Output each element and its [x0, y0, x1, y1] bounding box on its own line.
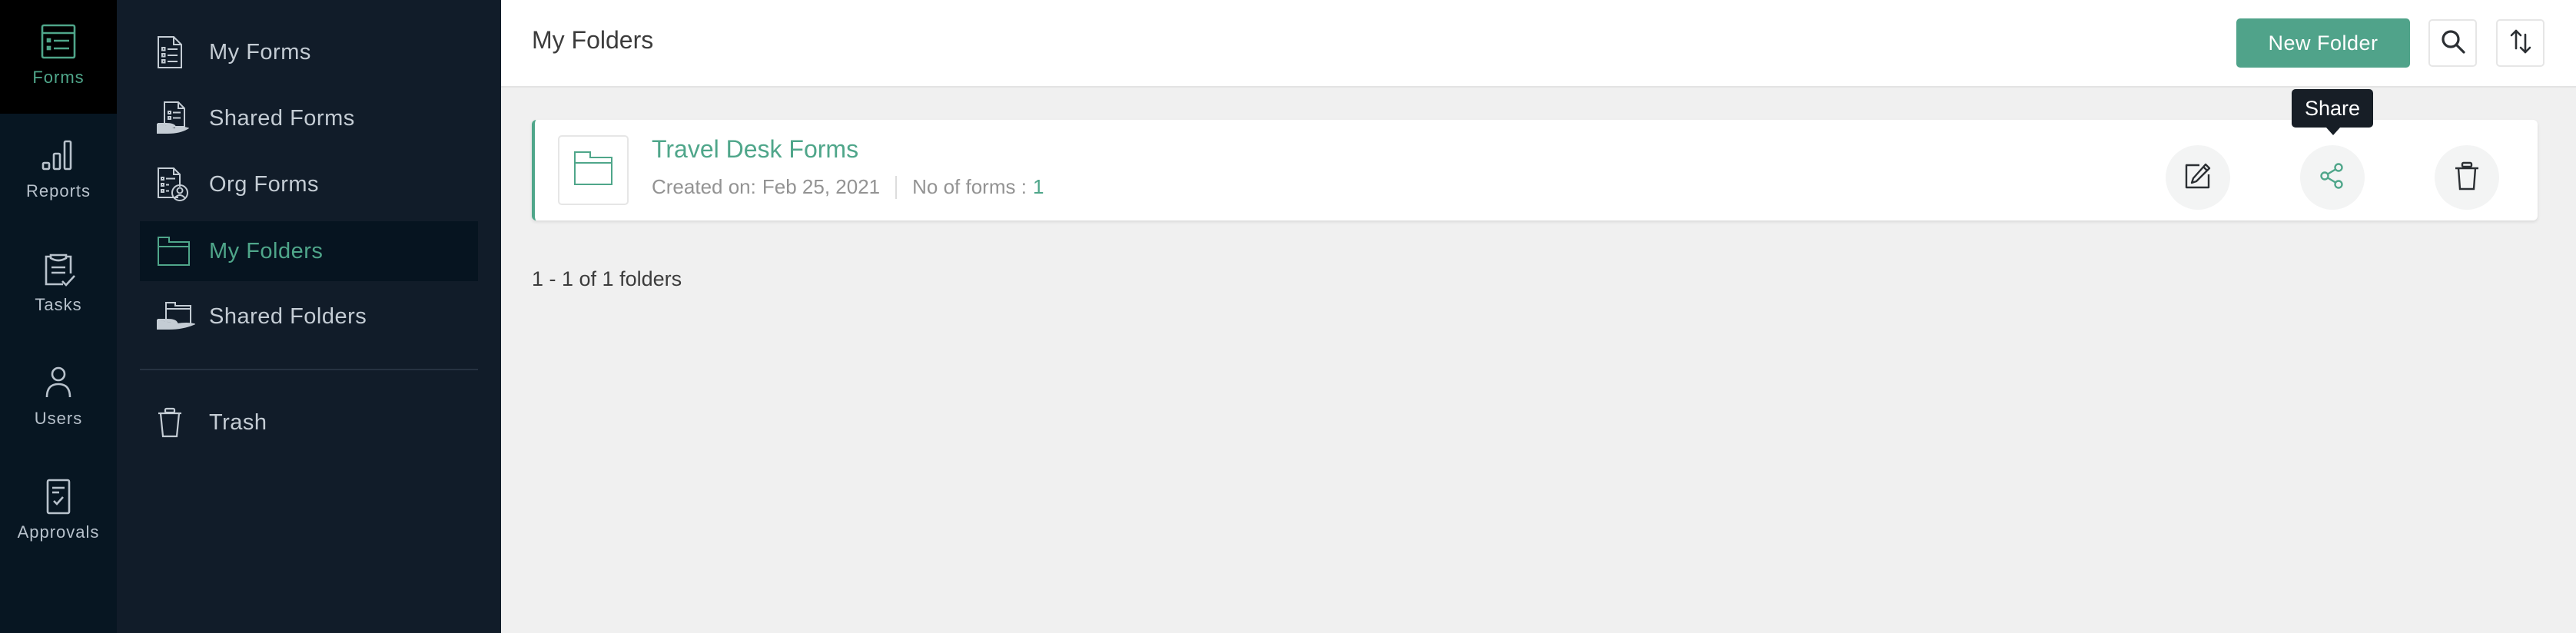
bar-chart-icon	[38, 135, 78, 175]
sort-button[interactable]	[2496, 19, 2544, 67]
nav-item-forms[interactable]: Forms	[0, 0, 117, 114]
approval-document-icon	[38, 476, 78, 516]
trash-icon	[157, 403, 195, 442]
nav-item-reports[interactable]: Reports	[0, 114, 117, 227]
sidebar-item-my-folders[interactable]: My Folders	[140, 221, 478, 281]
sidebar-item-label: My Forms	[209, 39, 311, 65]
search-icon	[2440, 28, 2466, 58]
user-icon	[38, 363, 78, 403]
share-folder-button[interactable]	[2300, 145, 2365, 210]
nav-label: Reports	[25, 181, 91, 201]
sidebar-item-label: Trash	[209, 409, 267, 435]
sidebar-item-trash[interactable]: Trash	[140, 393, 478, 452]
edit-folder-button[interactable]	[2166, 145, 2230, 210]
new-folder-button[interactable]: New Folder	[2236, 18, 2410, 68]
primary-nav: Forms Reports Tasks Users Approvals	[0, 0, 117, 633]
forms-sidebar: My Forms Shared Forms Org Forms My Folde…	[117, 0, 501, 633]
nav-label: Users	[34, 409, 83, 428]
nav-item-users[interactable]: Users	[0, 341, 117, 455]
folder-name-link[interactable]: Travel Desk Forms	[652, 135, 858, 164]
form-count-label: No of forms :	[912, 175, 1027, 198]
folder-icon	[573, 151, 613, 190]
nav-label: Approvals	[17, 522, 100, 542]
share-icon	[2319, 162, 2346, 194]
created-label: Created on:	[652, 175, 756, 198]
sidebar-item-shared-forms[interactable]: Shared Forms	[140, 88, 478, 148]
page-title: My Folders	[532, 26, 654, 54]
page-header: My Folders New Folder	[501, 0, 2576, 88]
sidebar-item-shared-folders[interactable]: Shared Folders	[140, 287, 478, 346]
sidebar-item-label: Shared Forms	[209, 105, 355, 131]
nav-label: Tasks	[35, 295, 82, 314]
folder-icon	[157, 232, 195, 270]
pagination-summary: 1 - 1 of 1 folders	[532, 267, 682, 290]
sidebar-item-label: Org Forms	[209, 171, 320, 197]
share-tooltip: Share	[2292, 89, 2373, 135]
edit-icon	[2184, 162, 2212, 194]
created-date: Feb 25, 2021	[762, 175, 881, 198]
sidebar-divider	[140, 369, 478, 370]
nav-label: Forms	[32, 68, 85, 87]
folder-meta: Created on: Feb 25, 2021 No of forms : 1	[652, 175, 1044, 199]
sidebar-item-label: My Folders	[209, 238, 324, 263]
nav-item-tasks[interactable]: Tasks	[0, 227, 117, 341]
nav-item-approvals[interactable]: Approvals	[0, 455, 117, 568]
shared-folder-icon	[157, 297, 195, 336]
search-button[interactable]	[2428, 19, 2477, 67]
sidebar-item-my-forms[interactable]: My Forms	[140, 22, 478, 82]
form-list-icon	[38, 22, 78, 61]
folder-thumbnail	[558, 135, 629, 205]
folder-card[interactable]: Travel Desk Forms Created on: Feb 25, 20…	[532, 120, 2538, 220]
delete-folder-button[interactable]	[2435, 145, 2499, 210]
app-root: Forms Reports Tasks Users Approvals My F…	[0, 0, 2576, 633]
clipboard-check-icon	[38, 249, 78, 289]
org-form-icon	[157, 165, 195, 204]
form-document-icon	[157, 33, 195, 71]
trash-icon	[2454, 161, 2480, 194]
sidebar-item-org-forms[interactable]: Org Forms	[140, 154, 478, 214]
sort-icon	[2509, 28, 2532, 58]
shared-form-icon	[157, 99, 195, 138]
meta-separator	[895, 175, 898, 199]
form-count: 1	[1032, 175, 1044, 198]
sidebar-item-label: Shared Folders	[209, 303, 367, 329]
